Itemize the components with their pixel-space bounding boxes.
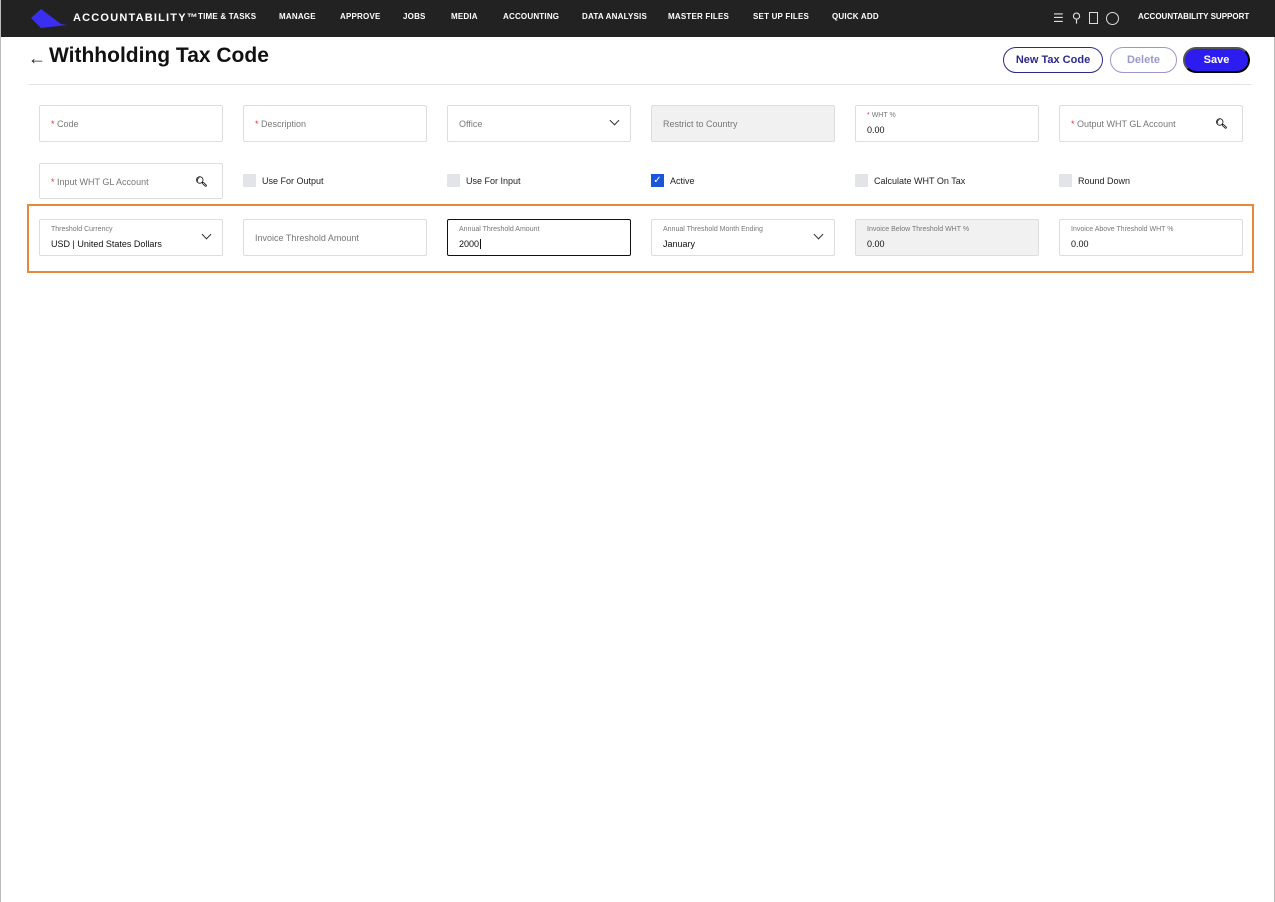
input-gl-placeholder: Input WHT GL Account bbox=[57, 177, 149, 187]
field-placeholder: Invoice Threshold Amount bbox=[255, 233, 359, 243]
code-field[interactable]: * Code bbox=[39, 105, 223, 142]
input-gl-account-field[interactable]: * Input WHT GL Account 🔍︎ bbox=[39, 163, 223, 199]
nav-quick-add[interactable]: QUICK ADD bbox=[832, 12, 879, 21]
wht-value: 0.00 bbox=[867, 125, 885, 135]
field-label: Threshold Currency bbox=[51, 226, 113, 233]
checkbox-label: Active bbox=[670, 175, 695, 186]
chevron-down-icon bbox=[201, 229, 212, 240]
bookmark-icon[interactable] bbox=[1089, 12, 1099, 24]
restrict-country-field: Restrict to Country bbox=[651, 105, 835, 142]
field-value: USD | United States Dollars bbox=[51, 239, 162, 249]
logo-icon bbox=[31, 9, 67, 28]
checkbox-box[interactable] bbox=[447, 174, 460, 187]
use-for-input-checkbox[interactable]: Use For Input bbox=[447, 174, 521, 187]
field-value: 0.00 bbox=[1071, 239, 1089, 249]
use-for-output-checkbox[interactable]: Use For Output bbox=[243, 174, 324, 187]
wht-label: WHT % bbox=[871, 112, 896, 119]
nav-data-analysis[interactable]: DATA ANALYSIS bbox=[582, 12, 647, 21]
user-avatar-icon[interactable] bbox=[1106, 11, 1120, 25]
field-label: Annual Threshold Month Ending bbox=[663, 226, 763, 233]
nav-master-files[interactable]: MASTER FILES bbox=[668, 12, 729, 21]
checkbox-label: Use For Output bbox=[262, 175, 324, 186]
annual-threshold-month-select[interactable]: Annual Threshold Month Ending January bbox=[651, 219, 835, 256]
delete-button[interactable]: Delete bbox=[1110, 47, 1177, 73]
nav-jobs[interactable]: JOBS bbox=[403, 12, 426, 21]
output-gl-account-field[interactable]: * Output WHT GL Account 🔍︎ bbox=[1059, 105, 1243, 142]
page-title: Withholding Tax Code bbox=[49, 44, 269, 67]
required-mark: * bbox=[1071, 119, 1075, 129]
nav-approve[interactable]: APPROVE bbox=[340, 12, 381, 21]
search-icon[interactable]: 🔍︎ bbox=[1215, 119, 1228, 130]
checkbox-box[interactable] bbox=[1059, 174, 1072, 187]
threshold-currency-select[interactable]: Threshold Currency USD | United States Do… bbox=[39, 219, 223, 256]
brand-logo[interactable]: ACCOUNTABILITY™ bbox=[31, 8, 199, 28]
field-label: Invoice Below Threshold WHT % bbox=[867, 226, 970, 233]
invoice-threshold-amount-field[interactable]: Invoice Threshold Amount bbox=[243, 219, 427, 256]
office-placeholder: Office bbox=[459, 119, 483, 129]
invoice-above-threshold-field[interactable]: Invoice Above Threshold WHT % 0.00 bbox=[1059, 219, 1243, 256]
user-menu[interactable]: ACCOUNTABILITY SUPPORT bbox=[1138, 12, 1249, 21]
top-nav: ACCOUNTABILITY™ TIME & TASKS MANAGE APPR… bbox=[1, 0, 1275, 37]
code-placeholder: Code bbox=[57, 119, 79, 129]
invoice-below-threshold-field: Invoice Below Threshold WHT % 0.00 bbox=[855, 219, 1039, 256]
calculate-wht-on-tax-checkbox[interactable]: Calculate WHT On Tax bbox=[855, 174, 965, 187]
description-field[interactable]: * Description bbox=[243, 105, 427, 142]
required-mark: * bbox=[51, 177, 55, 187]
description-placeholder: Description bbox=[261, 119, 307, 129]
active-checkbox[interactable]: ✓ Active bbox=[651, 174, 695, 187]
office-select[interactable]: Office bbox=[447, 105, 631, 142]
nav-manage[interactable]: MANAGE bbox=[279, 12, 316, 21]
checkmark-icon[interactable]: ✓ bbox=[651, 174, 664, 187]
filter-sliders-icon[interactable]: ☰ bbox=[1053, 11, 1064, 25]
checkbox-box[interactable] bbox=[855, 174, 868, 187]
nav-time-tasks[interactable]: TIME & TASKS bbox=[198, 12, 256, 21]
nav-accounting[interactable]: ACCOUNTING bbox=[503, 12, 559, 21]
field-label: Invoice Above Threshold WHT % bbox=[1071, 226, 1174, 233]
output-gl-placeholder: Output WHT GL Account bbox=[1077, 119, 1176, 129]
required-mark: * bbox=[867, 112, 870, 119]
checkbox-label: Round Down bbox=[1078, 175, 1131, 186]
divider bbox=[29, 84, 1251, 85]
wht-percent-field[interactable]: * WHT % 0.00 bbox=[855, 105, 1039, 142]
field-value: January bbox=[663, 239, 696, 249]
checkbox-box[interactable] bbox=[243, 174, 256, 187]
field-label: Annual Threshold Amount bbox=[459, 226, 540, 233]
back-arrow-icon[interactable]: ← bbox=[28, 48, 46, 69]
required-mark: * bbox=[51, 119, 55, 129]
nav-media[interactable]: MEDIA bbox=[451, 12, 478, 21]
chevron-down-icon bbox=[609, 115, 620, 126]
annual-threshold-amount-field[interactable]: Annual Threshold Amount 2000 bbox=[447, 219, 631, 256]
nav-set-up-files[interactable]: SET UP FILES bbox=[753, 12, 809, 21]
checkbox-label: Use For Input bbox=[466, 175, 521, 186]
round-down-checkbox[interactable]: Round Down bbox=[1059, 174, 1130, 187]
search-icon[interactable]: 🔍︎ bbox=[195, 177, 208, 188]
brand-name: ACCOUNTABILITY™ bbox=[73, 12, 199, 24]
chevron-down-icon bbox=[813, 229, 824, 240]
required-mark: * bbox=[255, 119, 259, 129]
checkbox-label: Calculate WHT On Tax bbox=[874, 175, 966, 186]
field-value: 0.00 bbox=[867, 239, 885, 249]
search-icon[interactable]: ⚲ bbox=[1072, 10, 1082, 26]
restrict-country-placeholder: Restrict to Country bbox=[663, 119, 738, 129]
new-tax-code-button[interactable]: New Tax Code bbox=[1003, 47, 1103, 73]
save-button[interactable]: Save bbox=[1183, 47, 1250, 73]
field-value: 2000 bbox=[459, 239, 482, 249]
